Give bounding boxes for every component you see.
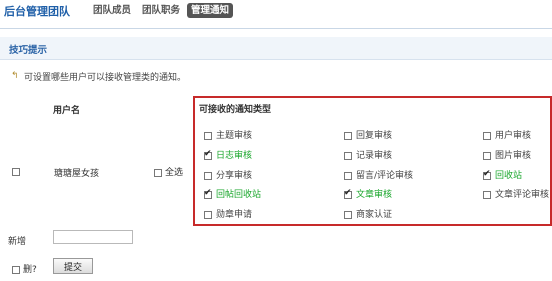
submit-button[interactable]: 提交	[53, 258, 93, 274]
option-checkbox[interactable]	[344, 171, 352, 180]
row-select-checkbox[interactable]	[12, 168, 20, 176]
tips-header: 技巧提示	[0, 37, 552, 60]
header-divider	[0, 28, 552, 29]
option-checkbox[interactable]	[483, 131, 491, 140]
option-checkbox[interactable]	[204, 131, 212, 140]
option-checkbox[interactable]	[204, 171, 212, 180]
tab-management-notices[interactable]: 管理通知	[187, 3, 234, 18]
notification-types-title: 可接收的通知类型	[199, 105, 272, 115]
option-checkbox[interactable]	[344, 210, 352, 219]
option-checkbox[interactable]	[344, 131, 352, 140]
app-title: 后台管理团队	[4, 5, 70, 18]
option-recycle-bin[interactable]: 回收站	[483, 168, 522, 181]
option-checkbox[interactable]	[344, 188, 352, 199]
option-user-review[interactable]: 用户审核	[483, 128, 531, 141]
select-all-checkbox[interactable]	[154, 168, 162, 177]
option-checkbox[interactable]	[204, 188, 212, 199]
delete-label: 删?	[23, 265, 37, 275]
tip-icon: ↰	[11, 71, 19, 81]
option-blog-review[interactable]: 日志审核	[204, 148, 252, 161]
option-checkbox[interactable]	[344, 151, 352, 160]
username-cell: 瑭瑭屋女孩	[54, 169, 100, 179]
option-share-review[interactable]: 分享审核	[204, 168, 252, 181]
option-comment-review[interactable]: 留言/评论审核	[344, 168, 413, 181]
option-reply-review[interactable]: 回复审核	[344, 128, 392, 141]
option-record-review[interactable]: 记录审核	[344, 148, 392, 161]
option-checkbox[interactable]	[483, 169, 491, 180]
option-article-review[interactable]: 文章审核	[344, 187, 392, 200]
option-checkbox[interactable]	[483, 151, 491, 160]
tip-text: 可设置哪些用户可以接收管理类的通知。	[24, 73, 187, 83]
option-topic-review[interactable]: 主题审核	[204, 128, 252, 141]
option-article-comment-review[interactable]: 文章评论审核	[483, 187, 549, 200]
option-checkbox[interactable]	[204, 149, 212, 160]
top-nav: 后台管理团队 团队成员 团队职务 管理通知	[0, 0, 552, 22]
option-checkbox[interactable]	[483, 190, 491, 199]
tab-team-roles[interactable]: 团队职务	[142, 3, 180, 18]
option-reply-recycle-bin[interactable]: 回帖回收站	[204, 187, 261, 200]
tab-team-members[interactable]: 团队成员	[93, 3, 131, 18]
tips-title: 技巧提示	[9, 45, 48, 56]
option-image-review[interactable]: 图片审核	[483, 148, 531, 161]
username-column-header: 用户名	[53, 106, 81, 116]
option-merchant-verification[interactable]: 商家认证	[344, 207, 392, 220]
add-member-label: 新增	[8, 237, 27, 247]
delete-option[interactable]: 删?	[12, 262, 37, 275]
delete-checkbox[interactable]	[12, 265, 20, 274]
select-all[interactable]: 全选	[154, 165, 183, 178]
option-medal-application[interactable]: 勋章申请	[204, 207, 252, 220]
option-checkbox[interactable]	[204, 210, 212, 219]
add-member-input[interactable]	[53, 230, 133, 244]
select-all-label: 全选	[165, 168, 184, 178]
